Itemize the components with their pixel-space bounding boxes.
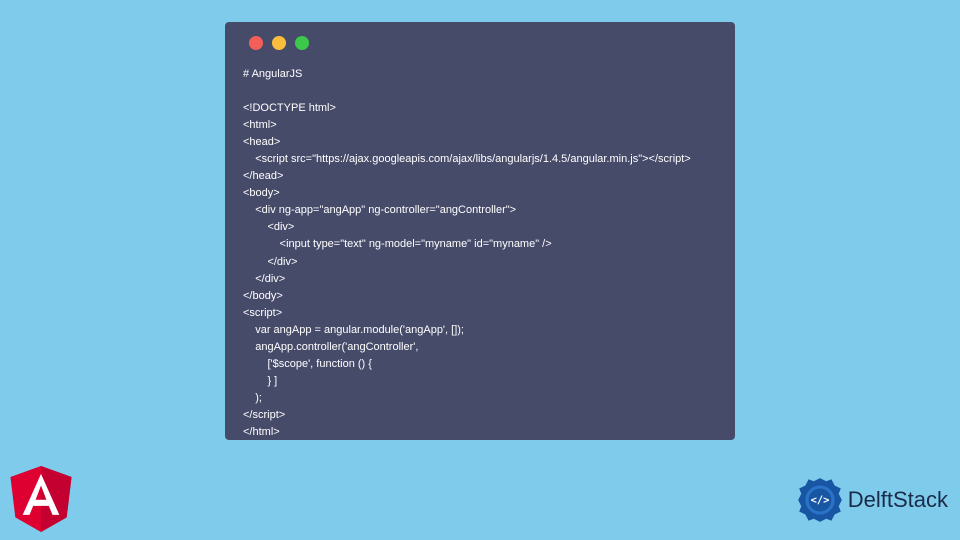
close-icon[interactable] <box>249 36 263 50</box>
delftstack-logo: </> DelftStack <box>794 474 948 526</box>
svg-text:</>: </> <box>810 495 829 507</box>
angular-logo-icon <box>10 466 72 532</box>
code-window: # AngularJS <!DOCTYPE html> <html> <head… <box>225 22 735 440</box>
delftstack-badge-icon: </> <box>794 474 846 526</box>
maximize-icon[interactable] <box>295 36 309 50</box>
code-body: <!DOCTYPE html> <html> <head> <script sr… <box>243 102 691 438</box>
code-block: # AngularJS <!DOCTYPE html> <html> <head… <box>243 66 717 441</box>
window-controls <box>249 36 717 50</box>
delftstack-label: DelftStack <box>848 487 948 513</box>
minimize-icon[interactable] <box>272 36 286 50</box>
code-title: # AngularJS <box>243 68 302 80</box>
